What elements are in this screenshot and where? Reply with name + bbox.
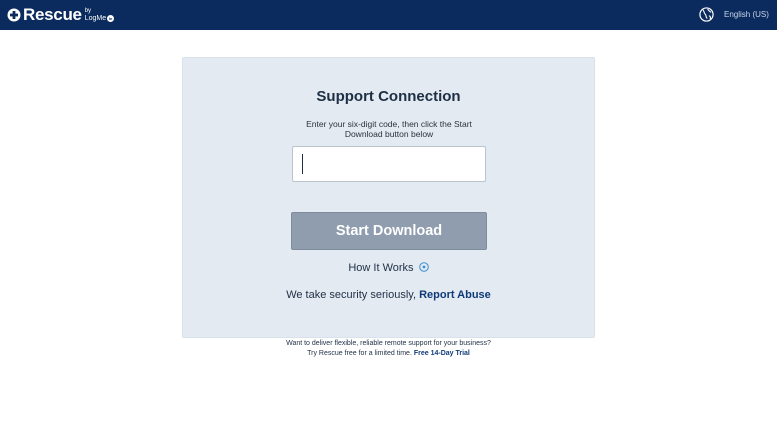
chevron-circle-down-icon bbox=[418, 262, 429, 272]
report-abuse-link[interactable]: Report Abuse bbox=[419, 289, 491, 301]
logo-brand-text: LogMe bbox=[84, 15, 107, 22]
logo-brand: LogMe In bbox=[84, 15, 115, 22]
free-trial-link[interactable]: Free 14-Day Trial bbox=[414, 350, 470, 357]
logo-brand-mark: In bbox=[107, 15, 115, 22]
security-statement: We take security seriously, Report Abuse bbox=[183, 288, 594, 302]
security-text: We take security seriously, bbox=[286, 289, 420, 301]
rescue-logo[interactable]: Rescue by LogMe In bbox=[7, 5, 115, 25]
page-title: Support Connection bbox=[316, 88, 461, 105]
code-input[interactable] bbox=[292, 146, 486, 182]
promo-line-1: Want to deliver flexible, reliable remot… bbox=[286, 340, 491, 347]
logo-wordmark: Rescue bbox=[23, 5, 82, 24]
promo-line-2: Try Rescue free for a limited time. Free… bbox=[0, 349, 777, 359]
trial-promo: Want to deliver flexible, reliable remot… bbox=[0, 339, 777, 359]
language-selector[interactable]: English (US) bbox=[724, 9, 769, 20]
instructions-text: Enter your six-digit code, then click th… bbox=[306, 119, 472, 139]
top-header: Rescue by LogMe In English (US) bbox=[0, 0, 777, 30]
globe-icon[interactable] bbox=[699, 7, 714, 22]
logo-by-text: by bbox=[84, 8, 92, 14]
plus-circle-icon bbox=[7, 8, 21, 22]
start-download-button[interactable]: Start Download bbox=[291, 212, 487, 250]
support-connection-panel: Support Connection Enter your six-digit … bbox=[182, 57, 595, 338]
promo-line-2-text: Try Rescue free for a limited time. bbox=[307, 350, 414, 357]
logo-byline: by LogMe In bbox=[84, 8, 115, 22]
how-it-works-link[interactable]: How It Works bbox=[183, 261, 594, 275]
how-it-works-label: How It Works bbox=[348, 262, 414, 274]
text-caret bbox=[302, 154, 303, 174]
